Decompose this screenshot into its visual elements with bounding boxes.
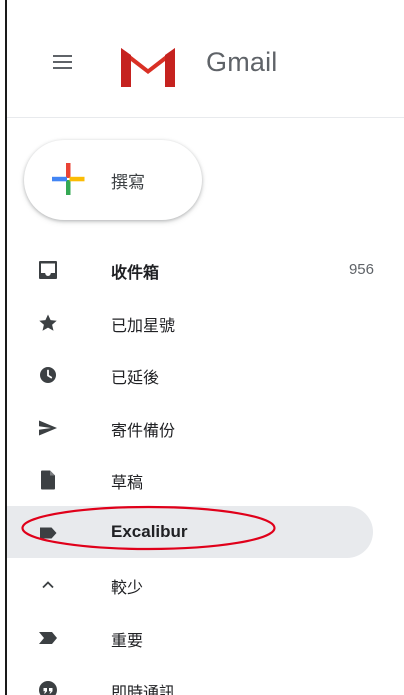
app-header: Gmail xyxy=(7,0,404,118)
sidebar-item-snoozed[interactable]: 已延後 xyxy=(7,348,404,401)
sidebar-item-chat[interactable]: 即時通訊 xyxy=(7,663,404,695)
clock-icon xyxy=(40,367,56,383)
send-icon xyxy=(39,420,57,435)
sidebar-item-label: 收件箱 xyxy=(111,263,160,282)
star-icon xyxy=(39,314,57,331)
label-icon xyxy=(40,527,57,538)
sidebar-item-label: Excalibur xyxy=(111,521,188,541)
sidebar-nav: 收件箱 956 已加星號 已延後 寄件備份 草稿 Excalibur 較少 重要… xyxy=(7,243,404,695)
draft-icon xyxy=(41,470,55,490)
plus-multicolor-icon xyxy=(52,163,85,195)
sidebar-item-label: 較少 xyxy=(111,578,144,597)
hamburger-menu-icon[interactable] xyxy=(53,53,75,71)
sidebar-item-sent[interactable]: 寄件備份 xyxy=(7,401,404,454)
chat-icon xyxy=(39,681,57,695)
sidebar-item-label: 重要 xyxy=(111,630,144,650)
sidebar-item-less[interactable]: 較少 xyxy=(7,558,404,611)
inbox-icon xyxy=(39,261,57,279)
sidebar-item-label: 已加星號 xyxy=(111,315,176,335)
sidebar-item-label: 已延後 xyxy=(111,368,160,387)
sidebar-item-important[interactable]: 重要 xyxy=(7,611,404,664)
sidebar-item-label: 寄件備份 xyxy=(111,420,176,440)
compose-button[interactable]: 撰寫 xyxy=(24,140,202,220)
sidebar-item-starred[interactable]: 已加星號 xyxy=(7,296,404,349)
sidebar-item-drafts[interactable]: 草稿 xyxy=(7,453,404,506)
sidebar-item-excalibur[interactable]: Excalibur xyxy=(7,505,373,558)
chevron-up-icon xyxy=(42,581,54,589)
sidebar-item-label: 草稿 xyxy=(111,473,144,492)
important-icon xyxy=(39,631,57,644)
app-brand-name: Gmail xyxy=(206,47,278,77)
gmail-m-logo-icon[interactable] xyxy=(117,42,179,90)
sidebar-item-inbox[interactable]: 收件箱 956 xyxy=(7,243,404,296)
sidebar-item-label: 即時通訊 xyxy=(111,683,176,695)
unread-count: 956 xyxy=(348,261,374,278)
compose-label: 撰寫 xyxy=(111,173,145,193)
